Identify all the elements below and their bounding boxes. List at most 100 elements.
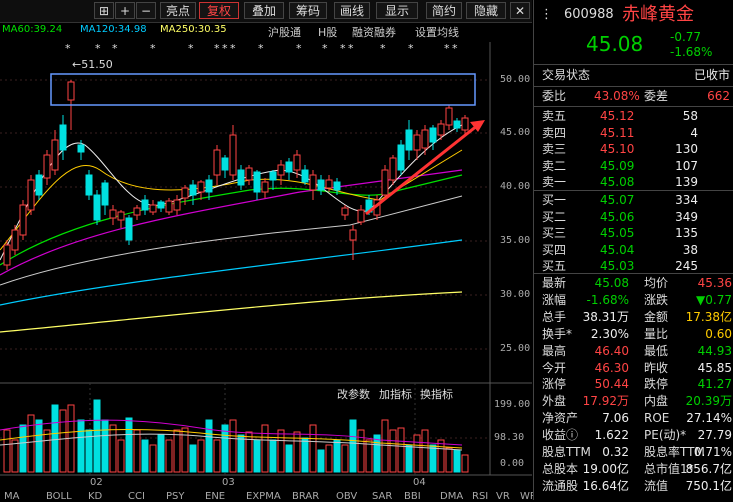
stat-value: 27.79 xyxy=(697,428,732,443)
order-volume: 139 xyxy=(675,175,698,189)
indicator-tab-bbi[interactable]: BBI xyxy=(404,491,421,502)
quote-pane: 600988 赤峰黄金 ⋮ 45.08 -0.77 -1.68% 交易状态 已收… xyxy=(533,0,733,500)
order-price: 45.08 xyxy=(600,175,635,189)
order-price: 45.09 xyxy=(600,158,635,173)
indicator-tab-brar[interactable]: BRAR xyxy=(292,491,319,502)
volume-bar xyxy=(341,444,349,473)
last-price: 45.08 xyxy=(586,32,644,56)
svg-text:*: * xyxy=(348,42,354,55)
indicator-tab-dma[interactable]: DMA xyxy=(440,491,463,502)
weibi-label: 委比 xyxy=(542,89,567,103)
quote-row: 涨停 50.44 跌停 41.27 xyxy=(534,376,733,393)
add-indicator-button[interactable]: 加指标 xyxy=(379,386,412,402)
order-volume: 334 xyxy=(675,193,698,207)
y-tick: 30.00 xyxy=(500,289,531,300)
indicator-tab-cci[interactable]: CCI xyxy=(128,491,145,502)
svg-text:*: * xyxy=(444,42,450,55)
stat-label: 收益ⓘ xyxy=(542,428,579,443)
volume-bar xyxy=(405,444,413,473)
candle-body xyxy=(149,204,157,213)
indicator-tab-ma[interactable]: MA xyxy=(4,491,19,502)
quote-row: 总手 38.31万 金额 17.38亿 xyxy=(534,309,733,326)
highlight-box xyxy=(50,73,476,106)
indicator-tab-ene[interactable]: ENE xyxy=(205,491,225,502)
candle-body xyxy=(59,124,67,151)
candle-body xyxy=(85,174,93,196)
weicha-value: 662 xyxy=(707,89,730,103)
status-value: 已收市 xyxy=(693,68,730,82)
volume-bar xyxy=(11,439,19,473)
volume-bar xyxy=(261,424,269,473)
order-volume: 107 xyxy=(675,158,698,173)
volume-bar xyxy=(453,449,461,473)
ma250-line xyxy=(0,291,463,333)
candle-body xyxy=(173,199,181,211)
candle-body xyxy=(221,157,229,171)
candle-body xyxy=(309,174,317,191)
volume-bar xyxy=(229,419,237,473)
menu-icon[interactable]: ⋮ xyxy=(540,6,553,23)
candle-body xyxy=(245,167,253,181)
order-price: 45.07 xyxy=(600,193,635,207)
candle-body xyxy=(277,164,285,176)
indicator-tab-rsi[interactable]: RSI xyxy=(472,491,488,502)
candle-body xyxy=(141,199,149,211)
y-tick: 35.00 xyxy=(500,235,531,246)
volume-bar xyxy=(445,447,453,473)
indicator-tab-kd[interactable]: KD xyxy=(88,491,102,502)
volume-bar xyxy=(27,414,35,473)
volume-bar xyxy=(429,444,437,473)
quote-row: 股息TTM 0.32 股息率TTM 0.71% xyxy=(534,444,733,461)
candle-body xyxy=(461,117,469,131)
volume-bar xyxy=(437,439,445,473)
stock-name: 赤峰黄金 xyxy=(622,4,694,25)
indicator-tab-sar[interactable]: SAR xyxy=(372,491,392,502)
volume-bar xyxy=(317,449,325,473)
order-volume: 4 xyxy=(690,125,698,140)
indicator-tab-psy[interactable]: PSY xyxy=(166,491,185,502)
stat-value: -1.68% xyxy=(586,292,629,307)
quote-row: 总股本 19.00亿 总市值1* 856.7亿 xyxy=(534,461,733,478)
candle-body xyxy=(165,200,173,213)
volume-bar xyxy=(285,444,293,473)
y-tick: 45.00 xyxy=(500,127,531,138)
order-level-label: 买三 xyxy=(542,226,567,240)
candle-body xyxy=(101,182,109,206)
quote-row: 外盘 17.92万 内盘 20.39万 xyxy=(534,393,733,410)
indicator-tab-boll[interactable]: BOLL xyxy=(46,491,72,502)
switch-indicator-button[interactable]: 换指标 xyxy=(420,386,453,402)
candle-body xyxy=(27,179,35,211)
edit-params-button[interactable]: 改参数 xyxy=(337,386,370,402)
candle-body xyxy=(157,201,165,209)
quote-row: 卖三 45.10 130 xyxy=(534,141,733,158)
status-label: 交易状态 xyxy=(542,68,591,82)
indicator-tab-vr[interactable]: VR xyxy=(496,491,510,502)
volume-bar xyxy=(59,409,67,473)
stat-label: 内盘 xyxy=(644,394,669,409)
event-markers: * * * * * * * * * * * * * * * * * xyxy=(65,42,458,55)
volume-bar xyxy=(141,439,149,473)
volume-bar xyxy=(157,434,165,473)
order-level-label: 买二 xyxy=(542,209,567,224)
candle-body xyxy=(109,209,117,219)
indicator-tab-expma[interactable]: EXPMA xyxy=(246,491,281,502)
volume-bar xyxy=(101,419,109,473)
stat-label: 外盘 xyxy=(542,394,567,409)
volume-bar xyxy=(277,429,285,473)
quote-row: 卖四 45.11 4 xyxy=(534,125,733,142)
volume-bar xyxy=(413,434,421,473)
svg-text:*: * xyxy=(296,42,302,55)
candle-body xyxy=(213,149,221,176)
candle-body xyxy=(437,123,445,136)
svg-text:*: * xyxy=(408,42,414,55)
candle-body xyxy=(181,187,189,199)
indicator-tab-obv[interactable]: OBV xyxy=(336,491,357,502)
stat-label: 净资产 xyxy=(542,411,579,426)
order-volume: 135 xyxy=(675,226,698,240)
order-level-label: 卖二 xyxy=(542,158,567,173)
volume-bar xyxy=(51,404,59,473)
y-tick: 40.00 xyxy=(500,181,531,192)
quote-row: 流通股 16.64亿 流值 750.1亿 xyxy=(534,478,733,495)
stat-value: 16.64亿 xyxy=(582,478,629,493)
stat-value: 27.14% xyxy=(686,411,732,426)
